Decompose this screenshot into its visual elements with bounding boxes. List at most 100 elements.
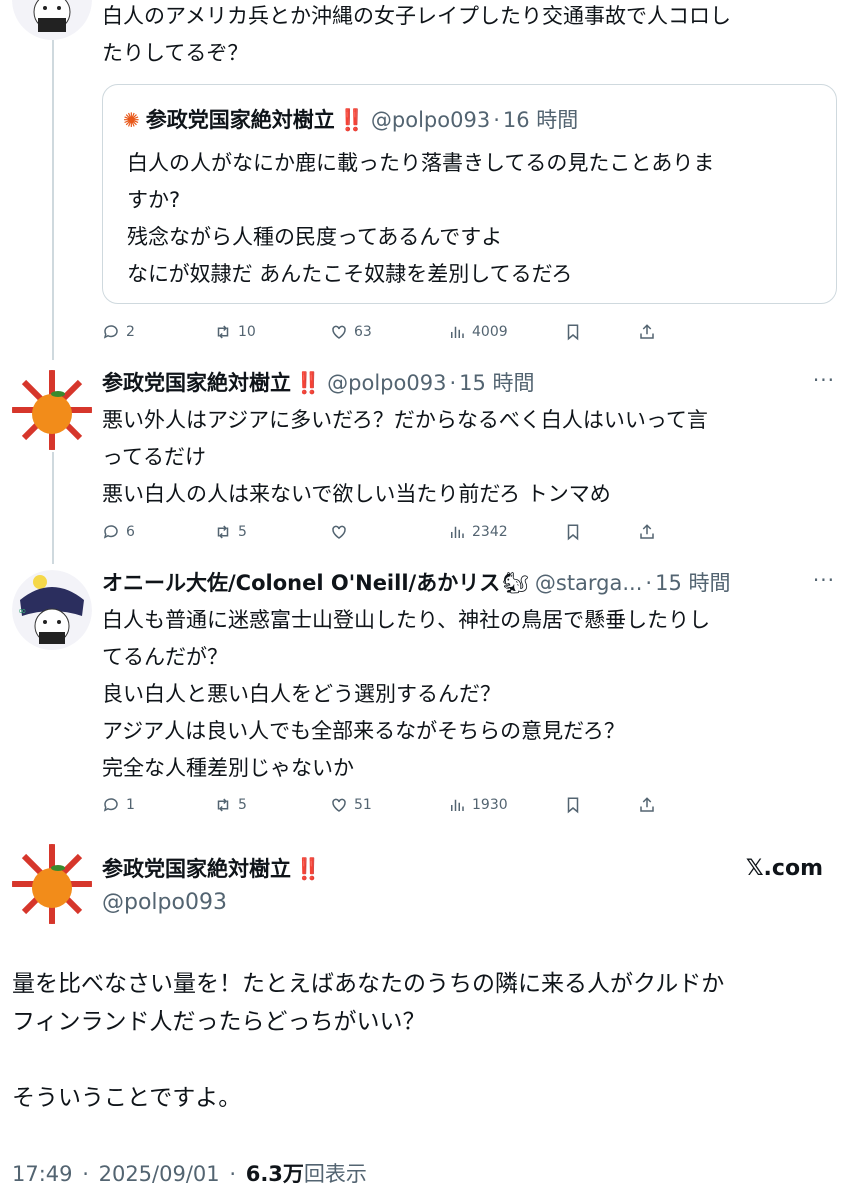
x-logo: 𝕏.com: [745, 856, 823, 881]
tweet-line: 完全な人種差別じゃないか: [102, 756, 354, 780]
tweet-header: オニール大佐/Colonel O'Neill/あかリス 🐿 @starga...…: [102, 568, 731, 598]
tweet-line: 白人も普通に迷惑富士山登山したり、神社の鳥居で懸垂したりし: [102, 608, 711, 632]
avatar-oneill[interactable]: [12, 0, 92, 40]
analytics-icon: [451, 799, 464, 811]
tweet-line: 量を比べなさい量を！たとえばあなたのうちの隣に来る人がクルドか: [12, 971, 725, 997]
view-count-unit: 万: [282, 1162, 304, 1186]
action-bar: 6 5 2342: [102, 520, 662, 544]
tweet-text: 悪い外人はアジアに多いだろ？だからなるべく白人はいいって言 ってるだけ 悪い白人…: [102, 402, 832, 513]
reply-icon: [103, 525, 118, 539]
post-date[interactable]: 2025/09/01: [99, 1162, 220, 1186]
bookmark-icon: [567, 524, 579, 541]
main-author: 参政党国家絶対樹立 ‼️: [102, 854, 321, 884]
post-time[interactable]: 17:49: [12, 1162, 73, 1186]
reply-count: 6: [126, 524, 135, 540]
reply-button[interactable]: 2: [102, 320, 135, 344]
separator: ·: [82, 1162, 89, 1186]
sun-icon: ✺: [123, 108, 140, 132]
tweet-line: ってるだけ: [102, 445, 206, 469]
retweet-icon: [217, 798, 229, 812]
quote-timestamp: 16 時間: [502, 108, 579, 132]
retweet-count: 10: [238, 324, 256, 340]
separator: ·: [645, 571, 653, 595]
retweet-button[interactable]: 10: [214, 320, 256, 344]
tweet-line: てるんだが？: [102, 645, 228, 669]
share-icon: [640, 797, 654, 812]
quote-header: ✺ 参政党国家絶対樹立 ‼️ @polpo093 · 16 時間: [123, 105, 578, 135]
tweet-meta: 17:49 · 2025/09/01 · 6.3万回表示: [12, 1158, 367, 1188]
thread-line: [52, 40, 54, 360]
retweet-icon: [217, 325, 229, 339]
view-count: 4009: [472, 324, 508, 340]
bookmark-button[interactable]: [564, 520, 588, 544]
author-name[interactable]: 参政党国家絶対樹立: [102, 368, 291, 398]
quote-line: すか?: [127, 188, 181, 212]
more-options-button[interactable]: ···: [813, 368, 835, 392]
tweet-text: 白人のアメリカ兵とか沖縄の女子レイプしたり交通事故で人コロし たりしてるぞ？: [102, 0, 832, 72]
tweet-text: 白人も普通に迷惑富士山登山したり、神社の鳥居で懸垂したりし てるんだが？ 良い白…: [102, 602, 832, 787]
reply-count: 1: [126, 797, 135, 813]
heart-icon: [332, 798, 346, 812]
share-button[interactable]: [638, 520, 662, 544]
author-name[interactable]: 参政党国家絶対樹立: [102, 854, 291, 884]
avatar-oneill[interactable]: ∞: [12, 570, 92, 650]
action-bar: 1 5 51 1930: [102, 793, 662, 817]
author-handle[interactable]: @starga...: [535, 568, 643, 598]
more-options-button[interactable]: ···: [813, 568, 835, 592]
retweet-button[interactable]: 5: [214, 520, 247, 544]
quote-text: 白人の人がなにか鹿に載ったり落書きしてるの見たことありま すか? 残念ながら人種…: [127, 145, 714, 293]
tweet-line: たりしてるぞ？: [102, 41, 249, 65]
quote-author-handle: @polpo093: [370, 108, 491, 132]
timestamp[interactable]: 15 時間: [459, 368, 534, 398]
timestamp[interactable]: 15 時間: [655, 568, 730, 598]
like-button[interactable]: [330, 520, 354, 544]
author-handle[interactable]: @polpo093: [327, 368, 446, 398]
avatar-sanseito[interactable]: [12, 844, 92, 924]
views-button[interactable]: 1930: [448, 793, 508, 817]
retweet-button[interactable]: 5: [214, 793, 247, 817]
quote-line: なにが奴隷だ あんたこそ奴隷を差別してるだろ: [127, 262, 573, 286]
share-icon: [640, 524, 654, 539]
views-button[interactable]: 4009: [448, 320, 508, 344]
thread-line: [52, 452, 54, 564]
tweet-line: そういうことですよ。: [12, 1085, 242, 1111]
like-count: 63: [354, 324, 372, 340]
separator: ·: [449, 371, 457, 395]
separator: ·: [229, 1162, 237, 1186]
tweet-line: 良い白人と悪い白人をどう選別するんだ？: [102, 682, 501, 706]
reply-icon: [103, 798, 118, 812]
retweet-count: 5: [238, 524, 247, 540]
author-handle[interactable]: @polpo093: [102, 888, 227, 918]
bookmark-button[interactable]: [564, 320, 588, 344]
main-handle-row: @polpo093: [102, 888, 227, 918]
reply-count: 2: [126, 324, 135, 340]
view-count: 2342: [472, 524, 508, 540]
share-button[interactable]: [638, 793, 662, 817]
quote-line: 残念ながら人種の民度ってあるんですよ: [127, 225, 503, 249]
double-exclamation-icon: ‼️: [338, 108, 365, 132]
views-button[interactable]: 2342: [448, 520, 508, 544]
tweet-header: 参政党国家絶対樹立 ‼️ @polpo093 · 15 時間: [102, 368, 535, 398]
tweet-line: [12, 1041, 724, 1079]
avatar-sanseito[interactable]: [12, 370, 92, 450]
bookmark-icon: [567, 797, 579, 814]
tweet-line: 悪い外人はアジアに多いだろ？だからなるべく白人はいいって言: [102, 408, 708, 432]
share-button[interactable]: [638, 320, 662, 344]
reply-button[interactable]: 1: [102, 793, 135, 817]
reply-icon: [103, 325, 118, 339]
like-button[interactable]: 51: [330, 793, 372, 817]
quoted-tweet[interactable]: ✺ 参政党国家絶対樹立 ‼️ @polpo093 · 16 時間 白人の人がなに…: [102, 84, 837, 304]
bookmark-button[interactable]: [564, 793, 588, 817]
analytics-icon: [451, 526, 464, 538]
author-name[interactable]: オニール大佐/Colonel O'Neill/あかリス: [102, 568, 500, 598]
like-button[interactable]: 63: [330, 320, 372, 344]
reply-button[interactable]: 6: [102, 520, 135, 544]
main-tweet-text: 量を比べなさい量を！たとえばあなたのうちの隣に来る人がクルドか フィンランド人だ…: [12, 965, 724, 1117]
svg-text:∞: ∞: [18, 606, 26, 617]
heart-icon: [332, 525, 346, 539]
like-count: 51: [354, 797, 372, 813]
tweet-line: 白人のアメリカ兵とか沖縄の女子レイプしたり交通事故で人コロし: [102, 4, 731, 28]
view-count-label: 回表示: [303, 1162, 367, 1186]
heart-icon: [332, 325, 346, 339]
tweet-line: フィンランド人だったらどっちがいい？: [12, 1009, 426, 1035]
